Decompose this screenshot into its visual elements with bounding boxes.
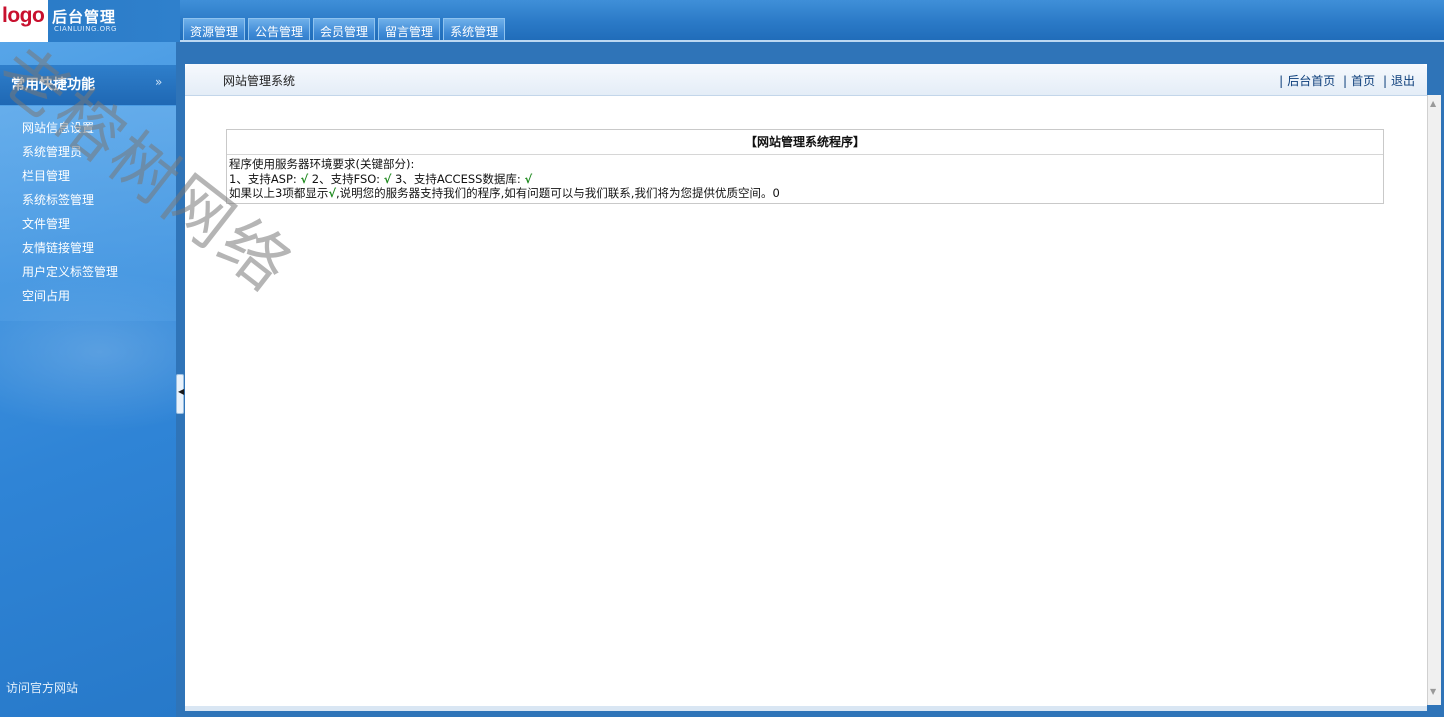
tab-system-management[interactable]: 系统管理 <box>443 18 506 42</box>
support-note-end: ,说明您的服务器支持我们的程序,如有问题可以与我们联系,我们将为您提供优质空间。… <box>336 186 780 200</box>
app-subtitle: CIANLUING.ORG <box>54 25 117 33</box>
home-link[interactable]: 首页 <box>1351 74 1375 88</box>
sidebar-item-administrators[interactable]: 系统管理员 <box>22 142 82 162</box>
scroll-up-icon[interactable]: ▲ <box>1430 99 1436 108</box>
scroll-down-icon[interactable]: ▼ <box>1430 687 1436 696</box>
sidebar-item-space-usage[interactable]: 空间占用 <box>22 286 70 306</box>
logout-link[interactable]: 退出 <box>1391 74 1415 88</box>
triangle-left-icon: ◀ <box>178 387 185 396</box>
link-separator: | <box>1382 74 1387 88</box>
link-separator: | <box>1343 74 1348 88</box>
chevron-double-right-icon[interactable]: » <box>155 75 162 89</box>
sidebar-item-system-tags[interactable]: 系统标签管理 <box>22 190 94 210</box>
link-separator: | <box>1279 74 1284 88</box>
tab-member-management[interactable]: 会员管理 <box>313 18 376 42</box>
app-title: 后台管理 <box>52 8 117 26</box>
top-nav-tabs: 资源管理 公告管理 会员管理 留言管理 系统管理 <box>183 18 508 42</box>
sidebar-menu: 网站信息设置 系统管理员 栏目管理 系统标签管理 文件管理 友情链接管理 用户定… <box>0 106 176 321</box>
sidebar-item-files[interactable]: 文件管理 <box>22 214 70 234</box>
sidebar-collapse-handle[interactable]: ◀ <box>176 374 184 414</box>
admin-home-link[interactable]: 后台首页 <box>1287 74 1335 88</box>
tab-announcement-management[interactable]: 公告管理 <box>248 18 311 42</box>
top-links: | 后台首页 | 首页 | 退出 <box>1275 72 1415 89</box>
system-info-title: 【网站管理系统程序】 <box>227 130 1383 155</box>
tab-message-management[interactable]: 留言管理 <box>378 18 441 42</box>
fso-support-label: 2、支持FSO: <box>308 171 384 186</box>
top-header: logo 后台管理 CIANLUING.ORG 资源管理 公告管理 会员管理 留… <box>0 0 1444 42</box>
sidebar-heading-text: 常用快捷功能 <box>11 77 95 93</box>
vertical-scrollbar[interactable]: ▲ ▼ <box>1427 95 1441 705</box>
page-title: 网站管理系统 <box>223 74 296 88</box>
check-icon: √ <box>300 171 309 186</box>
check-icon: √ <box>524 171 533 186</box>
check-icon: √ <box>328 186 336 200</box>
asp-support-label: 1、支持ASP: <box>229 171 301 186</box>
requirements-line: 1、支持ASP: √ 2、支持FSO: √ 3、支持ACCESS数据库: √ <box>229 172 1381 187</box>
sidebar: 常用快捷功能 » 网站信息设置 系统管理员 栏目管理 系统标签管理 文件管理 友… <box>0 42 176 717</box>
requirements-heading: 程序使用服务器环境要求(关键部分): <box>229 157 415 171</box>
support-note: 如果以上3项都显示√,说明您的服务器支持我们的程序,如有问题可以与我们联系,我们… <box>229 186 1381 201</box>
tab-resource-management[interactable]: 资源管理 <box>183 18 246 42</box>
logo-text: logo <box>2 4 45 27</box>
main-title-bar: 网站管理系统 | 后台首页 | 首页 | 退出 <box>185 64 1427 96</box>
system-info-body: 程序使用服务器环境要求(关键部分): 1、支持ASP: √ 2、支持FSO: √… <box>227 155 1383 203</box>
main-panel: 网站管理系统 | 后台首页 | 首页 | 退出 【网站管理系统程序】 程序使用服务器环… <box>185 64 1427 708</box>
system-info-table: 【网站管理系统程序】 程序使用服务器环境要求(关键部分): 1、支持ASP: √… <box>226 129 1384 204</box>
sidebar-heading: 常用快捷功能 » <box>0 65 176 105</box>
sidebar-item-site-settings[interactable]: 网站信息设置 <box>22 118 94 138</box>
nav-divider <box>180 40 1444 42</box>
main-panel-bottom-edge <box>185 706 1427 711</box>
sidebar-item-columns[interactable]: 栏目管理 <box>22 166 70 186</box>
support-note-start: 如果以上3项都显示 <box>229 186 329 200</box>
access-support-label: 3、支持ACCESS数据库: <box>391 171 525 186</box>
sidebar-item-custom-tags[interactable]: 用户定义标签管理 <box>22 262 118 282</box>
official-site-link[interactable]: 访问官方网站 <box>6 679 78 696</box>
logo: logo 后台管理 CIANLUING.ORG <box>0 0 180 42</box>
sidebar-item-friend-links[interactable]: 友情链接管理 <box>22 238 94 258</box>
